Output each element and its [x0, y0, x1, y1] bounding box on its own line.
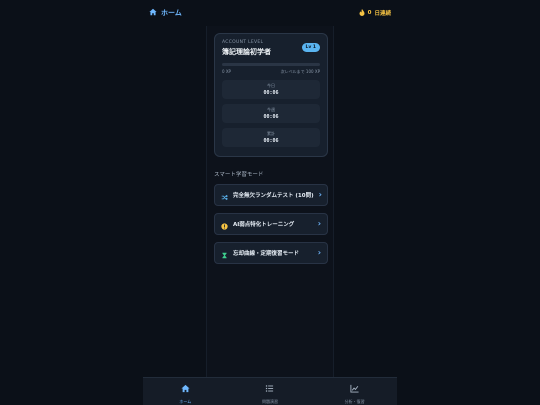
- chevron-right-icon: ›: [318, 190, 322, 199]
- mode-label: 完全無欠ランダムテスト (10問): [233, 193, 314, 199]
- streak-count: 0: [367, 10, 372, 16]
- xp-next: 次レベルまで 100 XP: [280, 69, 320, 74]
- streak-label: 日連続: [374, 11, 391, 17]
- mode-label: AI弱点特化トレーニング: [233, 222, 295, 228]
- nav-home[interactable]: ホーム: [155, 378, 215, 405]
- stat-total: 累計 00:06: [222, 128, 320, 147]
- stat-today: 今日 00:06: [222, 80, 320, 99]
- list-icon: [265, 378, 274, 397]
- random-test-button[interactable]: 完全無欠ランダムテスト (10問) ›: [214, 184, 328, 206]
- nav-label: 問題演習: [261, 399, 278, 404]
- nav-label: 分析・復習: [344, 399, 365, 404]
- home-link-label: ホーム: [161, 9, 182, 17]
- streak-badge: 0 日連続: [359, 8, 391, 18]
- stat-value: 00:06: [263, 90, 279, 96]
- stat-label: 今日: [267, 83, 275, 88]
- hourglass-icon: [221, 244, 228, 263]
- chart-icon: [350, 378, 359, 397]
- stat-week: 今週 00:06: [222, 104, 320, 123]
- stat-label: 今週: [267, 107, 275, 112]
- stat-label: 累計: [267, 131, 275, 136]
- xp-progress-bar: [222, 63, 320, 66]
- nav-label: ホーム: [179, 399, 192, 404]
- nav-practice[interactable]: 問題演習: [240, 378, 300, 405]
- level-badge: Lv 1: [301, 43, 320, 52]
- section-title: スマート学習モード: [214, 172, 264, 178]
- shuffle-icon: [221, 186, 228, 205]
- home-icon: [149, 8, 157, 18]
- account-card: ACCOUNT LEVEL 簿記理論初学者 Lv 1 0 XP 次レベルまで 1…: [214, 33, 328, 157]
- stat-value: 00:06: [263, 138, 279, 144]
- bottom-nav: ホーム 問題演習 分析・復習: [143, 377, 397, 405]
- home-icon: [181, 378, 190, 397]
- home-link[interactable]: ホーム: [149, 8, 182, 18]
- fire-icon: [359, 8, 365, 18]
- weakness-training-button[interactable]: AI弱点特化トレーニング ›: [214, 213, 328, 235]
- mode-label: 忘却曲線・定期復習モード: [233, 251, 300, 257]
- spaced-review-button[interactable]: 忘却曲線・定期復習モード ›: [214, 242, 328, 264]
- warning-icon: [221, 215, 228, 234]
- xp-current: 0 XP: [222, 69, 231, 74]
- main-column: ACCOUNT LEVEL 簿記理論初学者 Lv 1 0 XP 次レベルまで 1…: [206, 26, 334, 377]
- chevron-right-icon: ›: [317, 219, 321, 228]
- stat-value: 00:06: [263, 114, 279, 120]
- chevron-right-icon: ›: [317, 248, 321, 257]
- top-bar: ホーム 0 日連続: [143, 0, 397, 26]
- nav-analysis[interactable]: 分析・復習: [325, 378, 385, 405]
